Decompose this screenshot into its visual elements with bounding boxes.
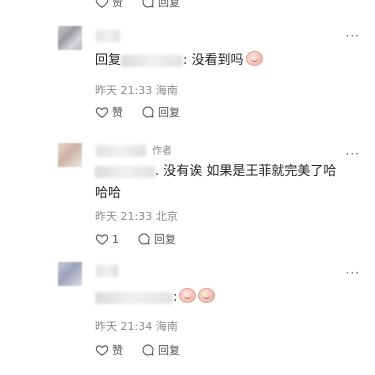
mention-blurred[interactable]	[95, 165, 155, 178]
comment-body-continued: 哈哈	[95, 186, 122, 201]
crying-face-emoji-icon	[179, 288, 197, 303]
comment-text: . 没有诶 如果是王菲就完美了哈 哈哈	[95, 161, 361, 205]
timestamp: 昨天 21:33	[95, 210, 153, 223]
avatar[interactable]	[58, 26, 82, 50]
crying-face-emoji-icon	[245, 51, 263, 66]
location: 海南	[155, 84, 178, 97]
top-action-row: 赞 回复	[95, 0, 198, 11]
like-label: 赞	[112, 106, 123, 119]
reply-button[interactable]: 回复	[141, 104, 180, 120]
avatar[interactable]	[58, 143, 82, 167]
location: 海南	[155, 320, 178, 333]
reply-button[interactable]: 回复	[141, 0, 180, 10]
comment-actions: 1 回复	[95, 230, 194, 248]
comment-meta: 昨天 21:33 北京	[95, 208, 178, 224]
author-tag: 作者	[152, 146, 172, 157]
comment-meta: 昨天 21:33 海南	[95, 82, 178, 98]
speech-bubble-icon	[138, 233, 150, 245]
timestamp: 昨天 21:34	[95, 320, 153, 333]
like-label: 赞	[112, 0, 123, 9]
comment-body: : 没看到吗	[183, 53, 244, 68]
like-button[interactable]: 赞	[95, 342, 123, 358]
reply-label: 回复	[154, 233, 176, 246]
comment-actions: 赞 回复	[95, 341, 198, 359]
avatar[interactable]	[58, 262, 82, 286]
mention-blurred[interactable]	[95, 291, 173, 304]
comment-text: 回复 : 没看到吗	[95, 50, 361, 72]
heart-outline-icon	[95, 345, 109, 356]
reply-label: 回复	[158, 0, 180, 9]
more-options-button[interactable]: ···	[346, 29, 360, 43]
speech-bubble-icon	[142, 344, 154, 356]
comment-body: :	[173, 290, 178, 305]
like-button[interactable]: 1	[95, 232, 119, 246]
speech-bubble-icon	[142, 0, 154, 8]
like-label: 赞	[112, 344, 123, 357]
reply-button[interactable]: 回复	[137, 231, 176, 247]
mention-blurred[interactable]	[121, 54, 184, 67]
speech-bubble-icon	[142, 106, 154, 118]
comment-body: . 没有诶 如果是王菲就完美了哈	[155, 164, 337, 179]
username-blurred[interactable]	[96, 265, 118, 277]
reply-label: 回复	[158, 106, 180, 119]
comment-meta: 昨天 21:34 海南	[95, 318, 178, 334]
reply-label: 回复	[158, 344, 180, 357]
more-options-button[interactable]: ···	[346, 266, 360, 280]
reply-prefix: 回复	[95, 53, 122, 68]
username-blurred[interactable]	[96, 145, 146, 157]
heart-outline-icon	[95, 234, 109, 245]
reply-button[interactable]: 回复	[141, 342, 180, 358]
like-button[interactable]: 赞	[95, 104, 123, 120]
heart-outline-icon	[95, 107, 109, 118]
comment-text: :	[95, 287, 361, 309]
timestamp: 昨天 21:33	[95, 84, 153, 97]
more-options-button[interactable]: ···	[346, 147, 360, 161]
heart-outline-icon	[95, 0, 109, 8]
like-count: 1	[112, 232, 119, 246]
like-button[interactable]: 赞	[95, 0, 123, 10]
location: 北京	[155, 210, 178, 223]
username-blurred[interactable]	[96, 30, 120, 42]
crying-face-emoji-icon	[198, 288, 216, 303]
comment-actions: 赞 回复	[95, 103, 198, 121]
